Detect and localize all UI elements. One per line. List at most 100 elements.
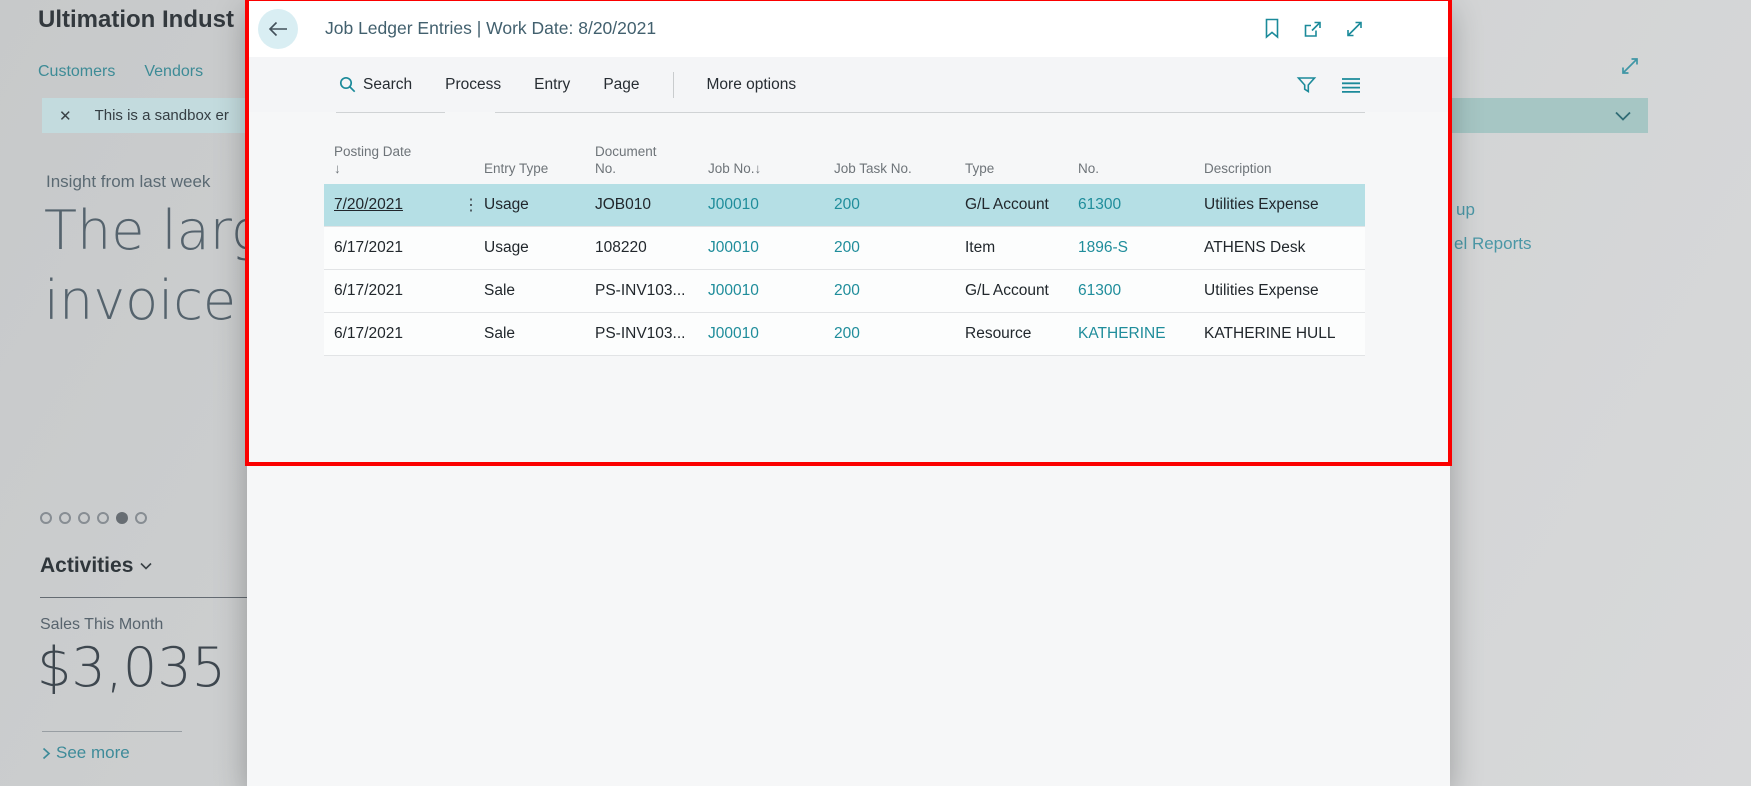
carousel-dot[interactable] (78, 512, 90, 524)
table-row[interactable]: 6/17/2021 Usage 108220 J00010 200 Item 1896-S A… (324, 227, 1365, 270)
cell-entry_type: Usage (484, 196, 529, 213)
cell-type: Item (965, 239, 996, 256)
close-icon[interactable]: ✕ (59, 107, 72, 125)
table-body: 7/20/2021 ⋮ Usage JOB010 J00010 200 G/L Accoun… (324, 184, 1365, 356)
cell-job_task_no[interactable]: 200 (834, 196, 965, 214)
cell-job_no[interactable]: J00010 (708, 196, 834, 214)
open-in-new-window-icon[interactable] (1302, 19, 1323, 39)
filter-icon[interactable] (1296, 75, 1317, 95)
insight-headline-line1: The larg (44, 199, 247, 262)
cell-posting_date[interactable]: 7/20/2021 (324, 196, 457, 214)
table-row[interactable]: 7/20/2021 ⋮ Usage JOB010 J00010 200 G/L Accoun… (324, 184, 1365, 227)
activities-title: Activities (40, 554, 134, 577)
cell-description: Utilities Expense (1204, 282, 1319, 299)
expand-card-icon[interactable] (1618, 54, 1642, 78)
cell-menu[interactable]: ⋮ (457, 195, 484, 215)
cell-no[interactable]: KATHERINE (1078, 325, 1204, 343)
cell-entry_type: Sale (484, 282, 516, 299)
cell-entry_type: Sale (484, 325, 516, 342)
cell-posting_date[interactable]: 6/17/2021 (324, 282, 457, 300)
cell-job_no[interactable]: J00010 (708, 325, 834, 343)
cell-description: KATHERINE HULL (1204, 325, 1336, 342)
cell-no[interactable]: 61300 (1078, 282, 1204, 300)
column-header-posting_date[interactable]: Posting Date ↓ (324, 112, 457, 184)
job-ledger-entries-table: Posting Date ↓ Entry Type Document No. Job No… (324, 112, 1365, 356)
carousel-dot[interactable] (116, 512, 128, 524)
cell-job_task_no[interactable]: 200 (834, 282, 965, 300)
insight-eyebrow: Insight from last week (46, 172, 211, 191)
carousel-dot[interactable] (135, 512, 147, 524)
cell-description: Utilities Expense (1204, 196, 1319, 213)
cell-document_no: PS-INV103... (595, 282, 686, 299)
cell-document_no: 108220 (595, 239, 647, 256)
column-header-menu (457, 112, 484, 184)
bookmark-icon[interactable] (1263, 18, 1281, 39)
column-header-job_task_no[interactable]: Job Task No. (834, 112, 965, 184)
list-view-icon[interactable] (1340, 76, 1362, 94)
cell-document_no: JOB010 (595, 196, 652, 213)
cell-description: ATHENS Desk (1204, 239, 1306, 256)
sales-this-month-label: Sales This Month (40, 616, 164, 633)
table-header-row: Posting Date ↓ Entry Type Document No. Job No… (324, 112, 1365, 184)
tab-customers[interactable]: Customers (38, 63, 115, 81)
see-more-link[interactable]: See more (40, 743, 130, 763)
chevron-right-icon (42, 747, 51, 759)
cell-type: G/L Account (965, 282, 1049, 299)
cell-posting_date[interactable]: 6/17/2021 (324, 325, 457, 343)
backdrop-left-pane: Ultimation Indust Customers Vendors ✕ Th… (0, 0, 247, 786)
dialog-title: Job Ledger Entries | Work Date: 8/20/202… (325, 18, 657, 38)
dialog-header: Job Ledger Entries | Work Date: 8/20/202… (247, 0, 1450, 57)
toolbar-item-page[interactable]: Page (603, 76, 639, 94)
column-header-job_no[interactable]: Job No.↓ (708, 112, 834, 184)
backdrop-right-pane: up el Reports (1450, 0, 1751, 786)
sandbox-banner: ✕ This is a sandbox er (42, 98, 247, 133)
cell-job_task_no[interactable]: 200 (834, 239, 965, 257)
column-header-no[interactable]: No. (1078, 112, 1204, 184)
cell-no[interactable]: 1896-S (1078, 239, 1204, 257)
see-more-label: See more (56, 743, 130, 762)
search-label: Search (363, 75, 413, 93)
cell-type: G/L Account (965, 196, 1049, 213)
toolbar-divider (672, 71, 674, 98)
carousel-dots (40, 512, 147, 524)
cell-type: Resource (965, 325, 1032, 342)
setup-link[interactable]: up (1456, 200, 1475, 220)
search-icon (339, 76, 356, 93)
chevron-down-icon[interactable] (1614, 110, 1632, 122)
column-header-type[interactable]: Type (965, 112, 1078, 184)
back-button[interactable] (258, 8, 298, 49)
insight-headline-line2: invoice (44, 269, 237, 332)
table-row[interactable]: 6/17/2021 Sale PS-INV103... J00010 200 G/L Ac… (324, 270, 1365, 313)
carousel-dot[interactable] (97, 512, 109, 524)
cell-job_no[interactable]: J00010 (708, 239, 834, 257)
table-row[interactable]: 6/17/2021 Sale PS-INV103... J00010 200 Resour… (324, 313, 1365, 356)
cell-entry_type: Usage (484, 239, 529, 256)
sandbox-banner-text: This is a sandbox er (94, 107, 229, 124)
company-name: Ultimation Indust (38, 6, 234, 33)
toolbar-item-entry[interactable]: Entry (534, 76, 570, 94)
tab-vendors[interactable]: Vendors (144, 63, 203, 81)
back-arrow-icon (268, 21, 287, 36)
toolbar-item-process[interactable]: Process (445, 76, 501, 94)
insight-headline: The larg invoice (44, 196, 247, 336)
column-header-entry_type[interactable]: Entry Type (484, 112, 595, 184)
toolbar-view-actions (1296, 75, 1450, 95)
dialog-toolbar: Search Process Entry Page More options (247, 57, 1450, 112)
chevron-down-icon (140, 562, 152, 570)
cell-no[interactable]: 61300 (1078, 196, 1204, 214)
column-header-document_no[interactable]: Document No. (595, 112, 708, 184)
search-button[interactable]: Search (339, 76, 412, 94)
excel-reports-link[interactable]: el Reports (1454, 234, 1531, 254)
carousel-dot[interactable] (40, 512, 52, 524)
carousel-dot[interactable] (59, 512, 71, 524)
activities-header[interactable]: Activities (40, 554, 153, 578)
cell-job_task_no[interactable]: 200 (834, 325, 965, 343)
cell-job_no[interactable]: J00010 (708, 282, 834, 300)
activities-divider (40, 597, 247, 598)
sales-this-month-value[interactable]: $3,035 (37, 636, 226, 699)
column-header-description[interactable]: Description (1204, 112, 1365, 184)
expand-icon[interactable] (1344, 19, 1365, 39)
cell-posting_date[interactable]: 6/17/2021 (324, 239, 457, 257)
sandbox-banner-right (1452, 98, 1648, 133)
more-options-button[interactable]: More options (707, 76, 797, 94)
